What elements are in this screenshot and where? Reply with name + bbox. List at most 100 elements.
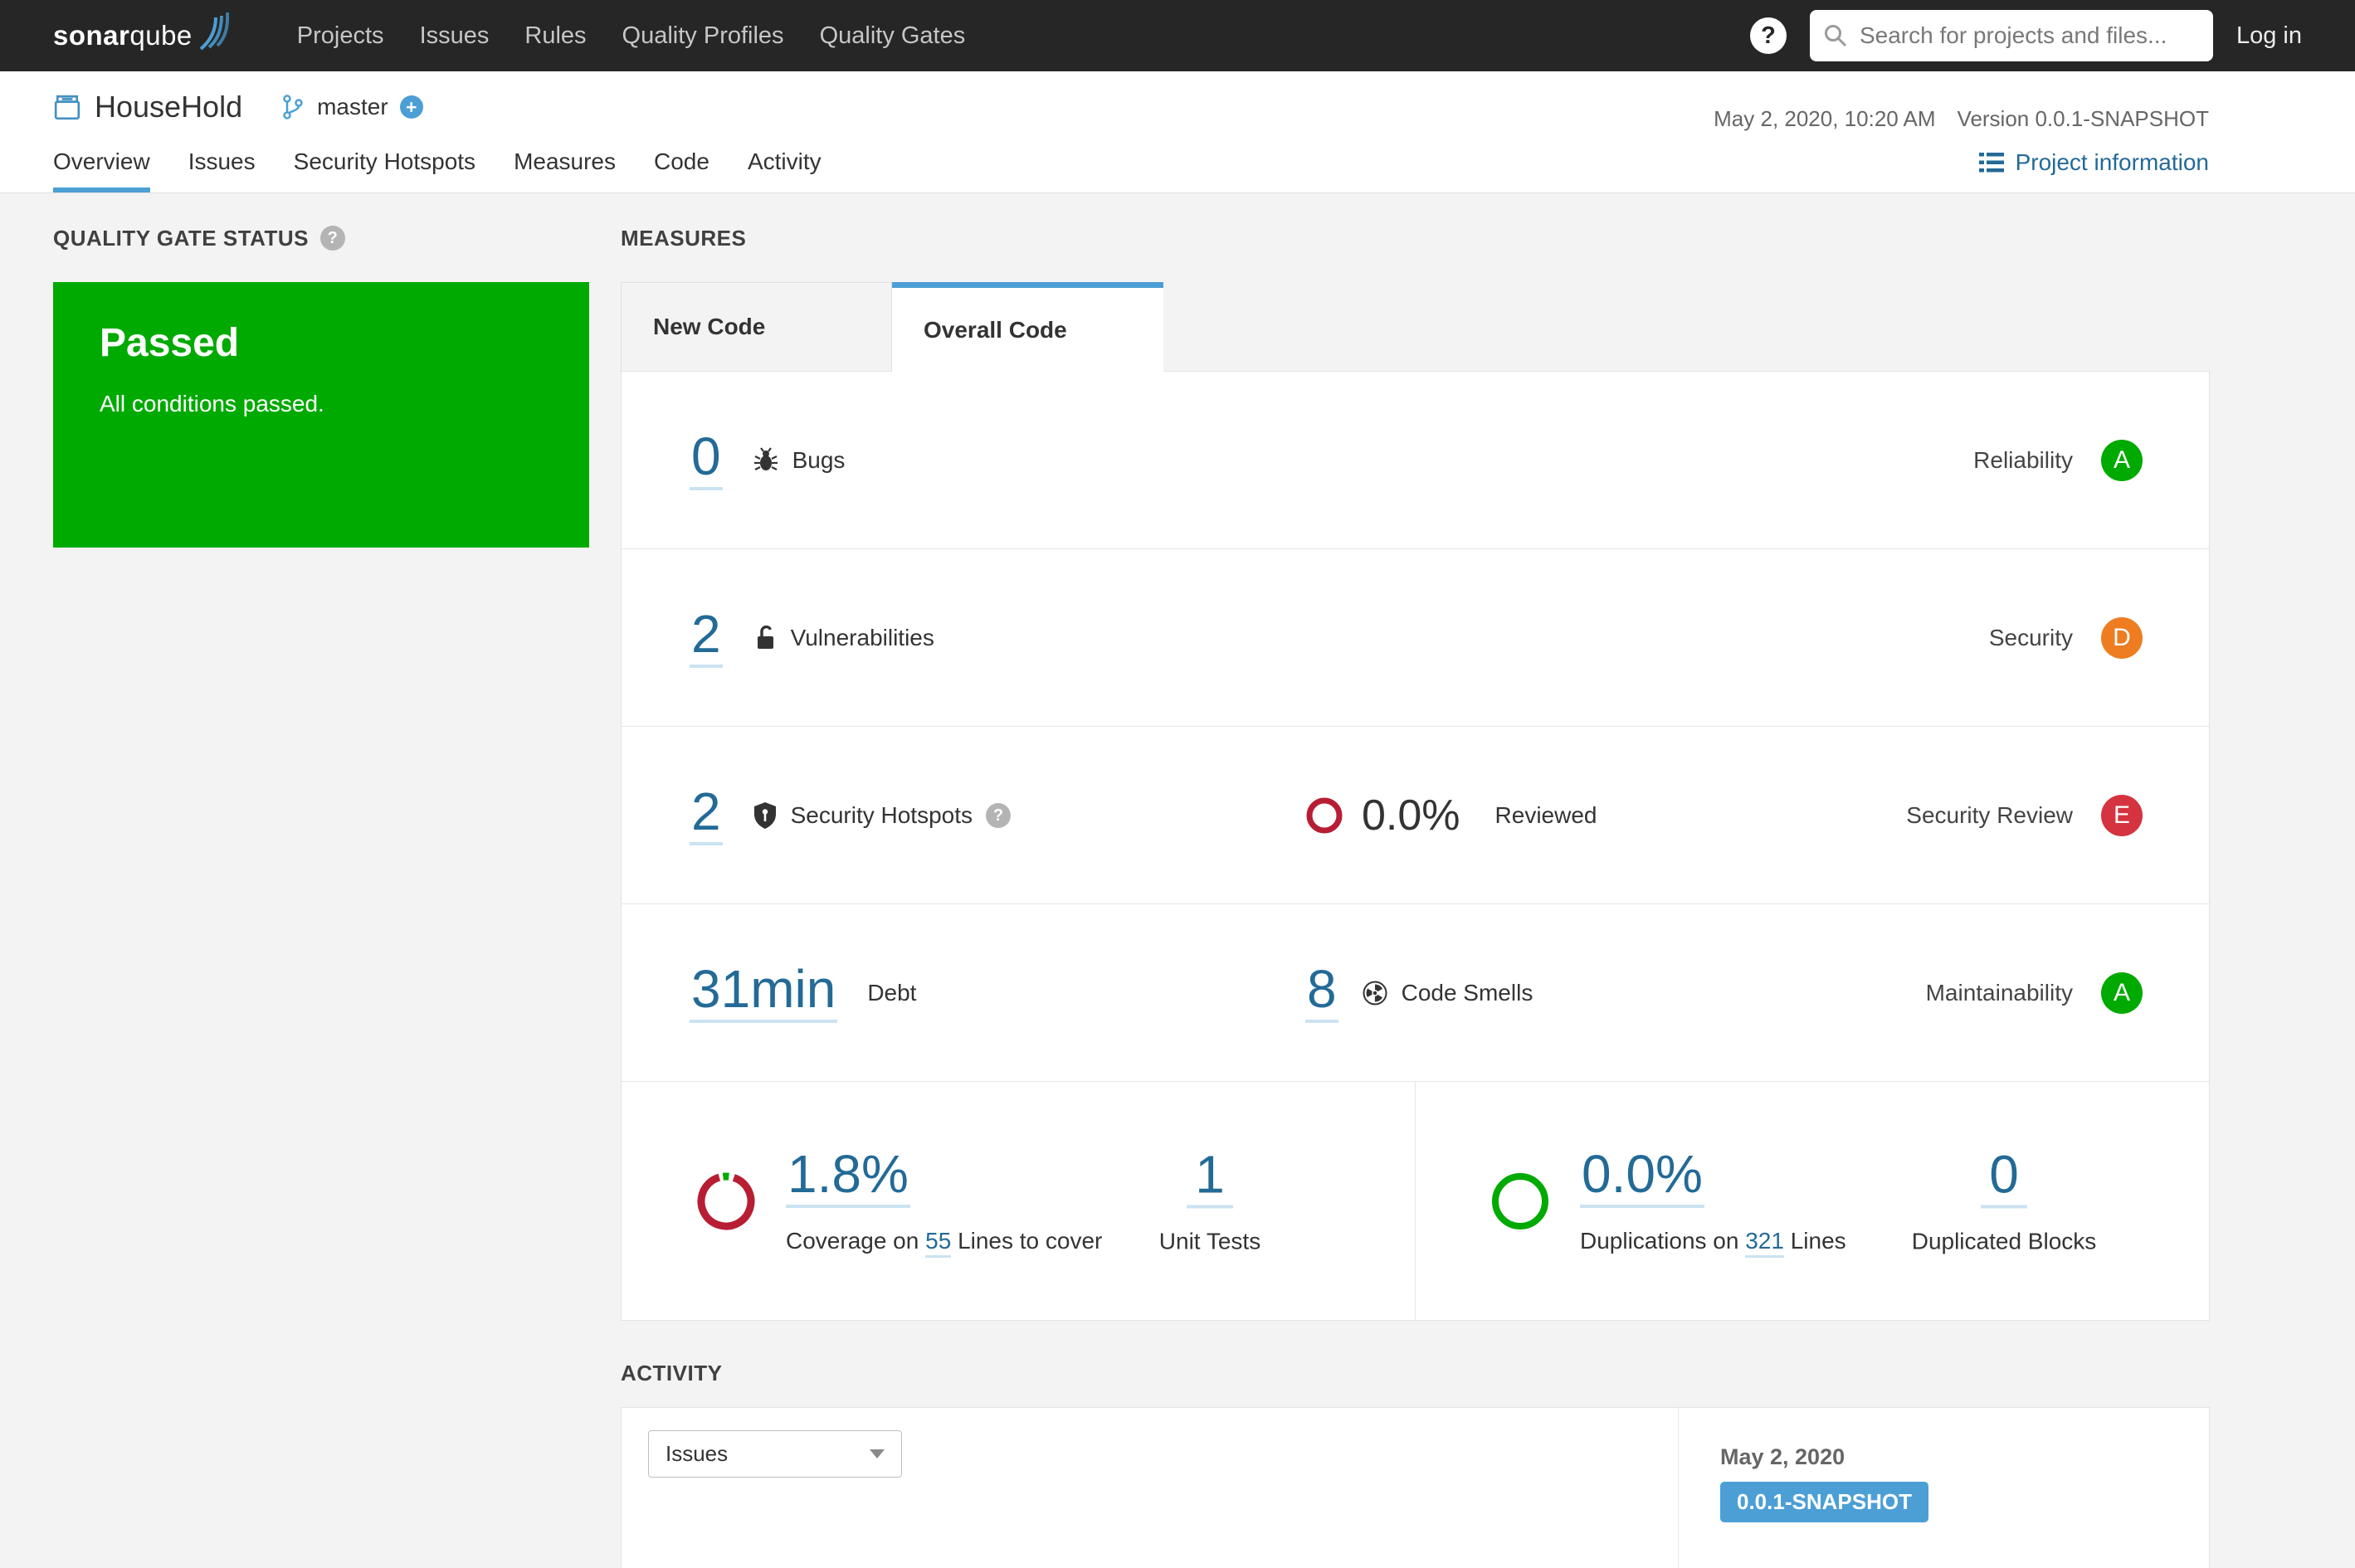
measures-tabs: New Code Overall Code [621, 282, 2210, 371]
quality-gate-help-icon[interactable]: ? [320, 226, 345, 251]
maintainability-rating-badge: A [2101, 972, 2143, 1014]
duplications-label-suffix: Lines [1791, 1228, 1846, 1254]
duplications-ring [1489, 1170, 1552, 1233]
quality-gate-message: All conditions passed. [100, 391, 543, 417]
sonarqube-project-overview: sonarqube Projects Issues Rules Quality … [0, 0, 2355, 1568]
quality-gate-heading-row: QUALITY GATE STATUS ? [53, 226, 589, 251]
logo-text-sonar: sonar [53, 20, 129, 51]
activity-metric-select[interactable]: Issues [648, 1430, 902, 1478]
measure-row-bugs: 0 Bugs Re [622, 372, 2209, 549]
coverage-half: 1.8% Coverage on 55 Lines to cover 1 Uni… [622, 1082, 1416, 1320]
lines-to-cover-link[interactable]: 55 [925, 1228, 951, 1258]
analysis-date: May 2, 2020, 10:20 AM [1714, 106, 1935, 132]
help-icon[interactable]: ? [1750, 17, 1787, 54]
measure-row-security-hotspots: 2 Security Hotspots ? [622, 727, 2209, 904]
activity-sidebar: May 2, 2020 0.0.1-SNAPSHOT [1678, 1408, 2209, 1568]
reliability-rating-badge: A [2101, 440, 2143, 481]
measures-panel: 0 Bugs Re [621, 371, 2210, 1321]
duplicated-lines-link[interactable]: 321 [1745, 1228, 1784, 1258]
nav-item-quality-profiles[interactable]: Quality Profiles [622, 22, 784, 50]
tab-security-hotspots[interactable]: Security Hotspots [294, 149, 475, 192]
open-lock-icon [753, 624, 778, 652]
security-rating-badge: D [2101, 617, 2143, 659]
add-branch-button[interactable]: + [400, 95, 423, 119]
project-information-link[interactable]: Project information [1979, 149, 2209, 176]
project-information-label: Project information [2016, 149, 2209, 176]
branch-name: master [317, 94, 388, 120]
measure-row-coverage-duplications: 1.8% Coverage on 55 Lines to cover 1 Uni… [622, 1082, 2209, 1320]
quality-gate-section: QUALITY GATE STATUS ? Passed All conditi… [53, 226, 589, 548]
reviewed-label: Reviewed [1495, 802, 1597, 829]
quality-gate-heading: QUALITY GATE STATUS [53, 226, 309, 251]
measures-heading: MEASURES [621, 226, 746, 251]
search-box[interactable] [1810, 10, 2213, 61]
logo-text-qube: qube [129, 20, 192, 51]
project-title-row: HouseHold master + [53, 90, 423, 124]
login-link[interactable]: Log in [2236, 22, 2302, 50]
quality-gate-panel: Passed All conditions passed. [53, 282, 589, 548]
security-hotspots-label: Security Hotspots [791, 802, 973, 829]
measure-row-vulnerabilities: 2 Vulnerabilities Security D [622, 549, 2209, 727]
nav-item-rules[interactable]: Rules [524, 22, 586, 50]
vulnerabilities-count[interactable]: 2 [690, 607, 723, 668]
nav-item-issues[interactable]: Issues [420, 22, 490, 50]
duplications-label-prefix: Duplications on [1580, 1228, 1738, 1254]
bugs-label: Bugs [792, 447, 846, 474]
coverage-label-suffix: Lines to cover [958, 1228, 1102, 1254]
activity-metric-value: Issues [666, 1441, 728, 1467]
branch-selector: master + [280, 93, 423, 121]
hotspots-reviewed-group: 0.0% Reviewed [1305, 791, 1597, 840]
tab-activity[interactable]: Activity [748, 149, 822, 192]
project-icon [53, 93, 81, 121]
sonarqube-logo[interactable]: sonarqube [53, 17, 234, 55]
reviewed-ring [1305, 796, 1343, 835]
quality-gate-status: Passed [100, 320, 543, 366]
activity-heading-row: ACTIVITY [621, 1361, 2210, 1385]
list-icon [1979, 152, 2004, 173]
reliability-label: Reliability [1973, 447, 2073, 474]
nav-item-quality-gates[interactable]: Quality Gates [820, 22, 966, 50]
bugs-count[interactable]: 0 [690, 430, 723, 490]
security-review-label: Security Review [1906, 802, 2073, 829]
vulnerabilities-label: Vulnerabilities [791, 625, 934, 651]
tab-code[interactable]: Code [654, 149, 709, 192]
tab-overview[interactable]: Overview [53, 149, 150, 192]
main-menu: Projects Issues Rules Quality Profiles Q… [297, 22, 965, 50]
unit-tests-count[interactable]: 1 [1187, 1147, 1233, 1208]
tab-measures[interactable]: Measures [514, 149, 616, 192]
top-nav: sonarqube Projects Issues Rules Quality … [0, 0, 2355, 71]
analysis-meta: May 2, 2020, 10:20 AM Version 0.0.1-SNAP… [1714, 106, 2209, 132]
search-input[interactable] [1858, 22, 2200, 50]
maintainability-label: Maintainability [1926, 980, 2073, 1006]
security-hotspots-count[interactable]: 2 [690, 785, 723, 845]
search-icon [1823, 23, 1848, 48]
duplications-percentage[interactable]: 0.0% [1580, 1147, 1704, 1208]
tab-new-code[interactable]: New Code [621, 282, 892, 371]
security-label: Security [1989, 625, 2073, 651]
project-name: HouseHold [95, 90, 242, 124]
unit-tests-label: Unit Tests [1159, 1228, 1260, 1254]
shield-icon [753, 801, 778, 830]
coverage-ring [695, 1170, 758, 1233]
bug-icon [753, 447, 779, 474]
reviewed-percentage: 0.0% [1362, 791, 1460, 840]
duplicated-blocks-group: 0 Duplicated Blocks [1909, 1147, 2099, 1254]
activity-entry-date: May 2, 2020 [1720, 1444, 2209, 1470]
tab-issues[interactable]: Issues [188, 149, 256, 192]
branch-icon [280, 93, 305, 121]
nav-item-projects[interactable]: Projects [297, 22, 384, 50]
code-smells-label: Code Smells [1402, 980, 1533, 1006]
unit-tests-group: 1 Unit Tests [1114, 1147, 1305, 1254]
coverage-percentage[interactable]: 1.8% [786, 1147, 910, 1208]
code-smells-count[interactable]: 8 [1305, 962, 1338, 1023]
debt-value[interactable]: 31min [690, 962, 837, 1023]
code-smells-group: 8 Code Smells [1305, 962, 1533, 1023]
measures-section: MEASURES New Code Overall Code 0 [621, 226, 2210, 1568]
tab-overall-code[interactable]: Overall Code [892, 282, 1163, 372]
duplications-half: 0.0% Duplications on 321 Lines 0 Duplica… [1416, 1082, 2209, 1320]
duplicated-blocks-count[interactable]: 0 [1981, 1147, 2027, 1208]
logo-swoosh-icon [199, 6, 234, 55]
security-hotspots-help-icon[interactable]: ? [986, 803, 1011, 828]
debt-label: Debt [867, 980, 916, 1006]
version-badge: 0.0.1-SNAPSHOT [1720, 1482, 1928, 1522]
